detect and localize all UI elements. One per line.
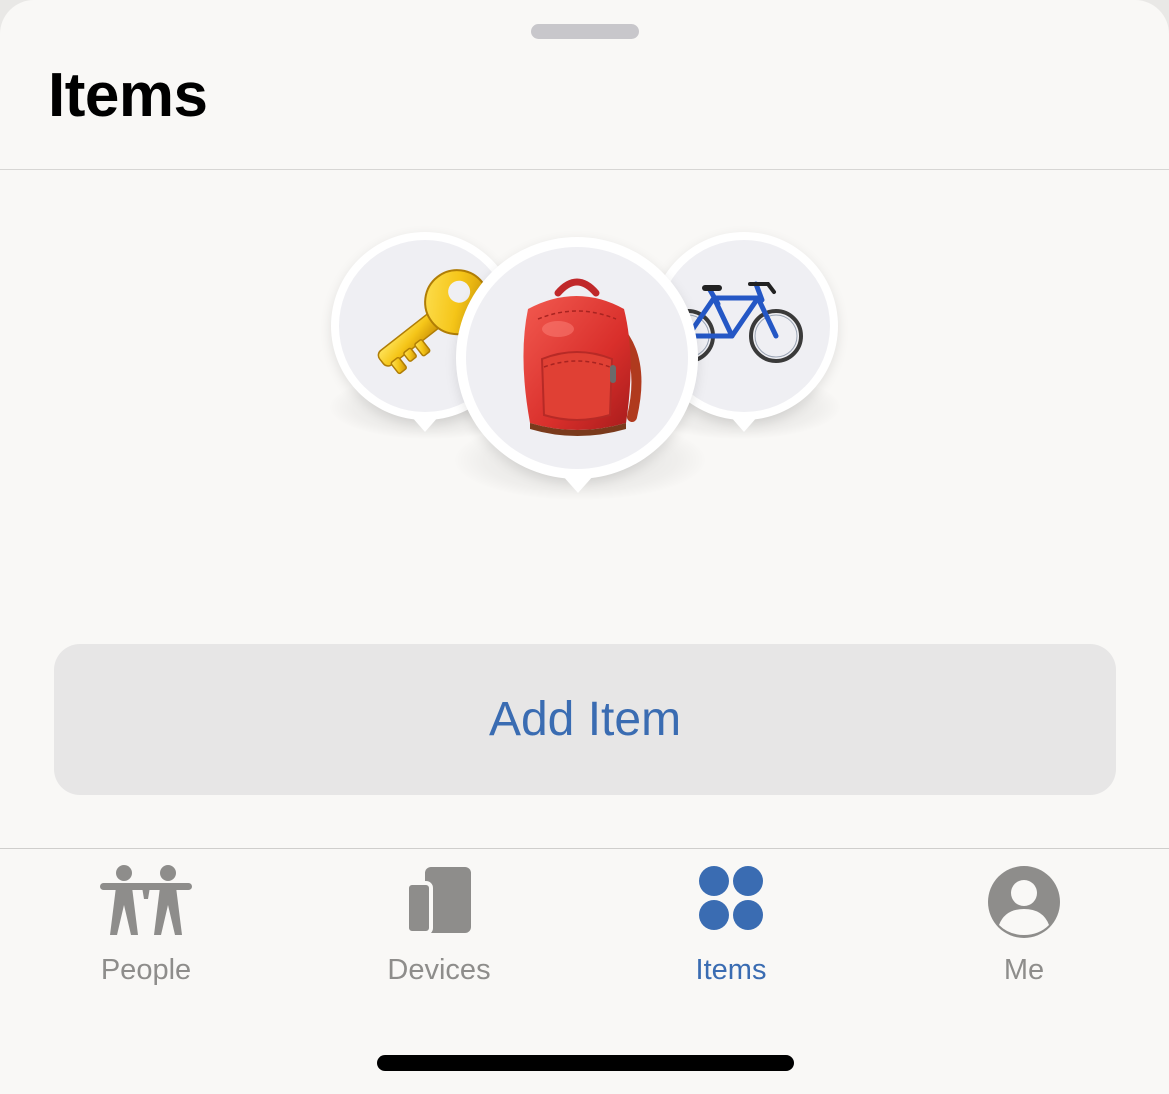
add-item-label: Add Item [488, 693, 682, 746]
home-indicator[interactable] [377, 1055, 794, 1071]
backpack-pin-face [466, 247, 688, 469]
backpack-pin-tail [562, 475, 594, 493]
key-pin-tail [411, 416, 439, 432]
people-icon [98, 865, 194, 942]
items-illustration [0, 0, 1169, 560]
bicycle-pin-tail [730, 416, 758, 432]
backpack-pin [456, 237, 698, 493]
tab-me[interactable]: Me [924, 849, 1124, 999]
tab-people-label: People [100, 954, 192, 986]
items-sheet: Items Add Item People Devices Items Me [0, 0, 1169, 1094]
items-icon [698, 865, 764, 936]
tab-me-label: Me [1003, 954, 1045, 986]
tab-items[interactable]: Items [631, 849, 831, 999]
tab-devices-label: Devices [387, 954, 491, 986]
me-icon [987, 865, 1061, 944]
tab-devices[interactable]: Devices [339, 849, 539, 999]
add-item-button[interactable]: Add Item [54, 644, 1116, 795]
backpack-icon [523, 278, 642, 436]
tab-items-label: Items [695, 954, 767, 986]
tab-people[interactable]: People [46, 849, 246, 999]
devices-icon [405, 865, 473, 940]
